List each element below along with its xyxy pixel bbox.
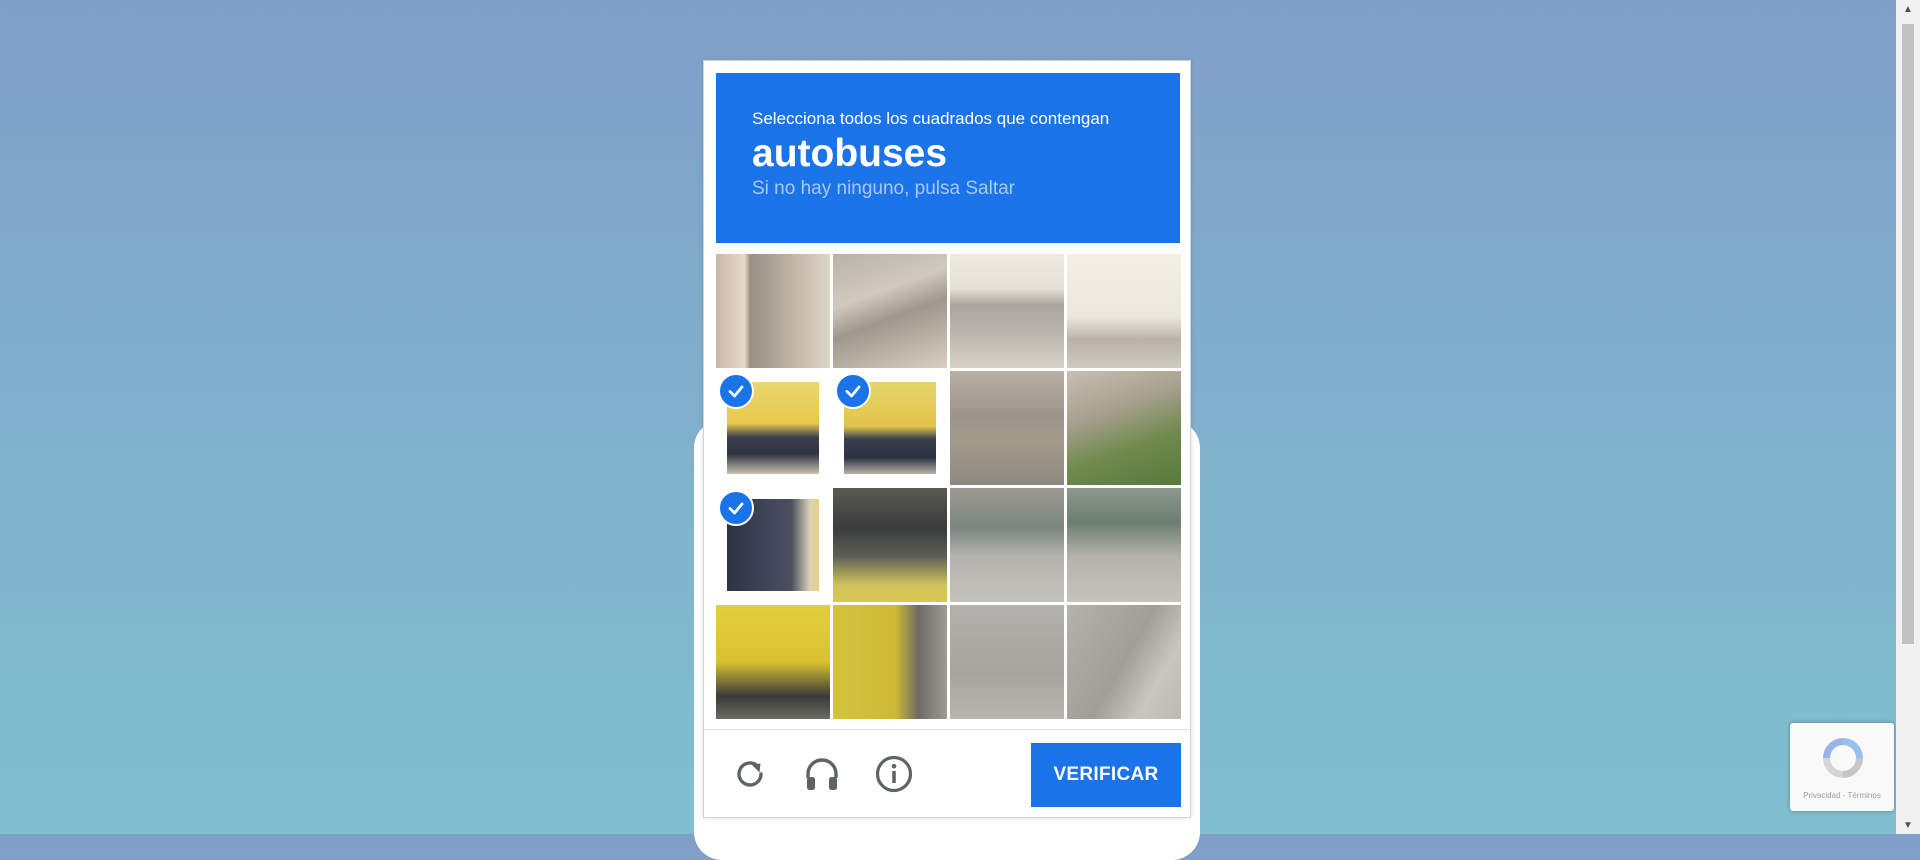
- scrollbar[interactable]: ▲ ▼: [1896, 0, 1920, 834]
- tile-r2c3[interactable]: [950, 371, 1064, 485]
- badge-links[interactable]: Privacidad - Términos: [1790, 791, 1894, 800]
- checkmark-icon: [718, 373, 754, 409]
- tile-r2c4[interactable]: [1067, 371, 1181, 485]
- tile-r1c4[interactable]: [1067, 254, 1181, 368]
- reload-icon[interactable]: [728, 752, 772, 796]
- tile-image: [1067, 371, 1181, 485]
- tile-image: [950, 371, 1064, 485]
- recaptcha-logo-icon: [1823, 738, 1863, 778]
- tile-image: [716, 254, 830, 368]
- skip-hint: Si no hay ninguno, pulsa Saltar: [752, 178, 1016, 199]
- scroll-thumb[interactable]: [1902, 24, 1914, 644]
- tile-image: [1067, 605, 1181, 719]
- tile-r1c2[interactable]: [833, 254, 947, 368]
- tile-r1c1[interactable]: [716, 254, 830, 368]
- scroll-up-icon[interactable]: ▲: [1896, 0, 1920, 18]
- tile-image: [950, 488, 1064, 602]
- tile-r4c3[interactable]: [950, 605, 1064, 719]
- tile-r3c4[interactable]: [1067, 488, 1181, 602]
- verify-button[interactable]: VERIFICAR: [1031, 743, 1181, 807]
- image-grid: [716, 254, 1181, 719]
- info-icon[interactable]: [872, 752, 916, 796]
- tile-image: [950, 605, 1064, 719]
- tile-image: [1067, 254, 1181, 368]
- recaptcha-badge[interactable]: Privacidad - Términos: [1790, 723, 1894, 811]
- tile-image: [716, 605, 830, 719]
- tile-r3c2[interactable]: [833, 488, 947, 602]
- target-keyword: autobuses: [752, 132, 948, 175]
- checkmark-icon: [835, 373, 871, 409]
- captcha-challenge: Selecciona todos los cuadrados que conte…: [703, 60, 1191, 818]
- checkmark-icon: [718, 490, 754, 526]
- tile-r3c1[interactable]: [716, 488, 830, 602]
- tile-image: [833, 254, 947, 368]
- footer-divider: [704, 729, 1190, 730]
- tile-r3c3[interactable]: [950, 488, 1064, 602]
- tile-r2c2[interactable]: [833, 371, 947, 485]
- tile-r4c2[interactable]: [833, 605, 947, 719]
- tile-r1c3[interactable]: [950, 254, 1064, 368]
- headphones-icon[interactable]: [800, 752, 844, 796]
- tile-image: [950, 254, 1064, 368]
- tile-image: [833, 488, 947, 602]
- tile-image: [1067, 488, 1181, 602]
- instruction-text: Selecciona todos los cuadrados que conte…: [752, 109, 1110, 128]
- tile-r4c4[interactable]: [1067, 605, 1181, 719]
- tile-r4c1[interactable]: [716, 605, 830, 719]
- scroll-down-icon[interactable]: ▼: [1896, 816, 1920, 834]
- tile-r2c1[interactable]: [716, 371, 830, 485]
- challenge-header: Selecciona todos los cuadrados que conte…: [716, 73, 1180, 243]
- tile-image: [833, 605, 947, 719]
